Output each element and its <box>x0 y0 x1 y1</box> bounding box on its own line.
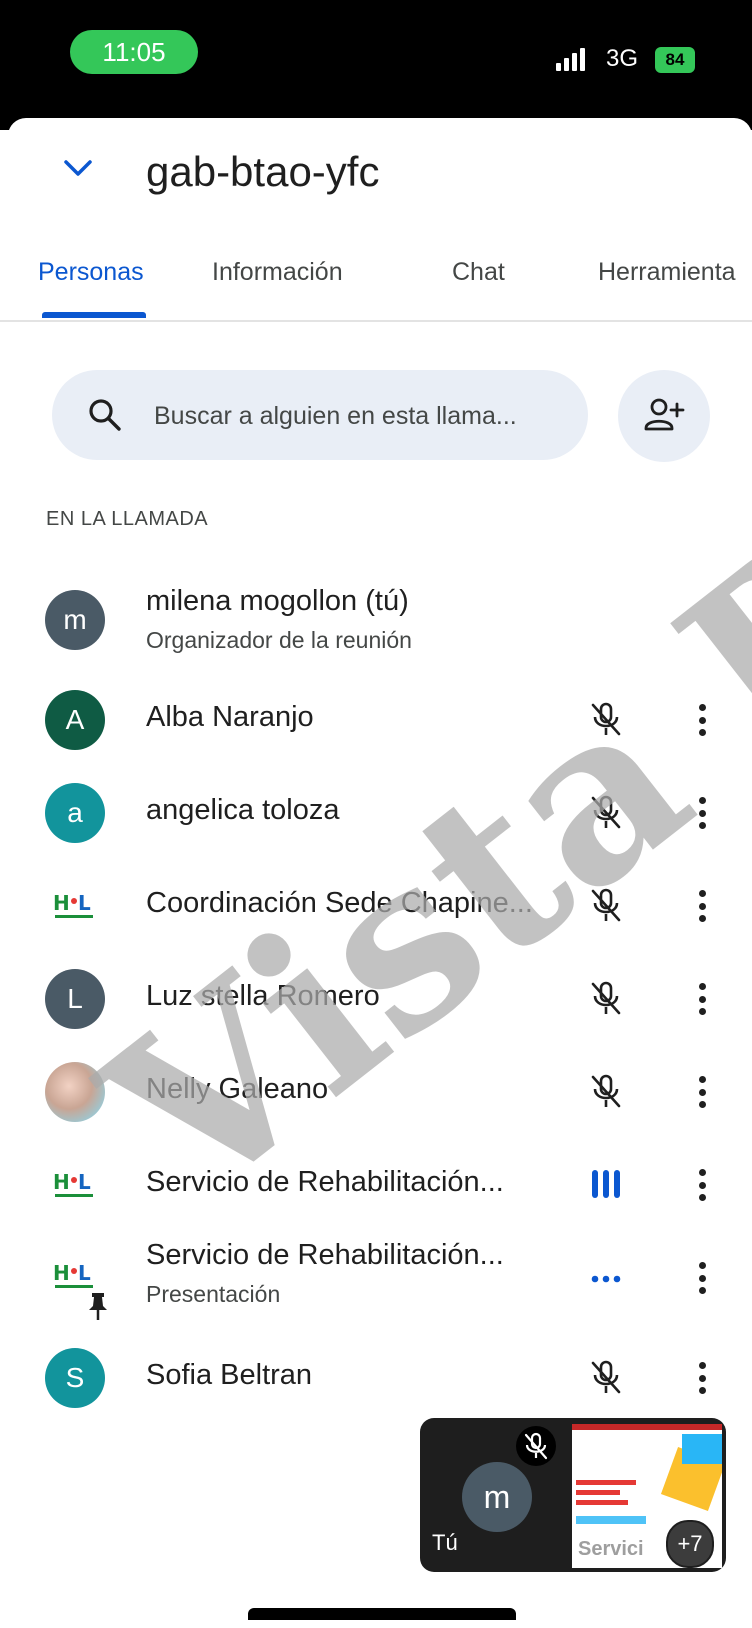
active-tab-indicator <box>42 312 146 318</box>
battery-level: 84 <box>665 50 685 69</box>
more-options-button[interactable] <box>690 793 714 833</box>
search-input[interactable] <box>152 392 576 440</box>
participant-row[interactable]: H L Servicio de Rehabilitación... <box>0 1140 752 1230</box>
svg-text:L: L <box>78 891 91 915</box>
add-people-button[interactable] <box>618 370 710 462</box>
participant-row[interactable]: m milena mogollon (tú) Organizador de la… <box>0 575 752 665</box>
mic-off-icon <box>591 981 621 1015</box>
more-participants-badge: +7 <box>666 1520 714 1568</box>
avatar: L <box>45 969 105 1029</box>
presenter-label: Servici <box>578 1538 644 1560</box>
svg-text:L: L <box>78 1261 91 1285</box>
avatar: a <box>45 783 105 843</box>
add-person-icon <box>644 398 685 431</box>
tab-informacion[interactable]: Información <box>212 258 343 287</box>
participant-name: Sofia Beltran <box>146 1359 313 1391</box>
battery-icon: 84 <box>655 47 695 73</box>
more-options-button[interactable] <box>690 886 714 926</box>
tab-personas[interactable]: Personas <box>38 258 144 287</box>
self-avatar: m <box>462 1462 532 1532</box>
more-options-button[interactable] <box>690 979 714 1019</box>
more-options-button[interactable] <box>690 1258 714 1298</box>
mic-off-icon <box>591 888 621 922</box>
avatar: A <box>45 690 105 750</box>
signal-icon <box>556 47 585 71</box>
participant-name: Servicio de Rehabilitación... <box>146 1239 504 1271</box>
avatar: S <box>45 1348 105 1408</box>
network-type: 3G <box>606 45 639 72</box>
mic-off-icon <box>591 795 621 829</box>
mic-off-icon <box>591 702 621 736</box>
participant-name: milena mogollon (tú) <box>146 585 409 617</box>
tab-chat[interactable]: Chat <box>452 258 505 287</box>
tab-herramientas[interactable]: Herramienta <box>598 258 736 287</box>
participant-row[interactable]: L Luz stella Romero <box>0 954 752 1044</box>
organization-logo: H L <box>50 1164 100 1204</box>
more-options-button[interactable] <box>690 1358 714 1398</box>
participant-name: angelica toloza <box>146 794 340 826</box>
svg-text:H: H <box>53 1261 70 1285</box>
participant-role: Presentación <box>146 1281 281 1307</box>
participant-name: Nelly Galeano <box>146 1073 329 1105</box>
mic-off-icon <box>591 1074 621 1108</box>
svg-text:H: H <box>53 891 70 915</box>
meeting-title: gab-btao-yfc <box>146 148 380 195</box>
search-icon <box>89 399 121 431</box>
audio-level-icon <box>592 1170 620 1198</box>
status-bar: 11:05 3G 84 <box>0 0 752 130</box>
section-label-in-call: EN LA LLAMADA <box>46 508 209 530</box>
more-options-button[interactable] <box>690 1072 714 1112</box>
participant-role: Organizador de la reunión <box>146 627 412 653</box>
participant-row[interactable]: S Sofia Beltran <box>0 1336 752 1426</box>
participant-row[interactable]: Nelly Galeano <box>0 1047 752 1137</box>
home-indicator <box>248 1608 516 1620</box>
svg-text:L: L <box>78 1170 91 1194</box>
participant-row[interactable]: A Alba Naranjo <box>0 675 752 765</box>
mic-off-icon <box>516 1426 556 1466</box>
chevron-down-icon[interactable] <box>58 148 98 188</box>
participant-row[interactable]: H L Servicio de Rehabilitación... Presen… <box>0 1233 752 1323</box>
participant-name: Alba Naranjo <box>146 701 314 733</box>
picture-in-picture[interactable]: m Tú Servici +7 <box>420 1418 726 1572</box>
organization-logo: H L <box>50 1255 100 1295</box>
participant-row[interactable]: H L Coordinación Sede Chapine... <box>0 861 752 951</box>
photo-avatar <box>45 1062 105 1122</box>
more-options-button[interactable] <box>690 1165 714 1205</box>
tab-bar: Personas Información Chat Herramienta <box>0 240 752 322</box>
more-options-button[interactable] <box>690 700 714 740</box>
mic-off-icon <box>591 1360 621 1394</box>
participant-row[interactable]: a angelica toloza <box>0 768 752 858</box>
organization-logo: H L <box>50 885 100 925</box>
status-time: 11:05 <box>70 30 198 74</box>
self-label: Tú <box>432 1530 458 1555</box>
search-box[interactable] <box>52 370 588 460</box>
avatar: m <box>45 590 105 650</box>
participant-name: Luz stella Romero <box>146 980 380 1012</box>
svg-text:H: H <box>53 1170 70 1194</box>
pin-icon <box>89 1293 107 1320</box>
participant-name: Servicio de Rehabilitación... <box>146 1166 504 1198</box>
participant-name: Coordinación Sede Chapine... <box>146 887 533 919</box>
more-horizontal-icon <box>591 1275 621 1283</box>
